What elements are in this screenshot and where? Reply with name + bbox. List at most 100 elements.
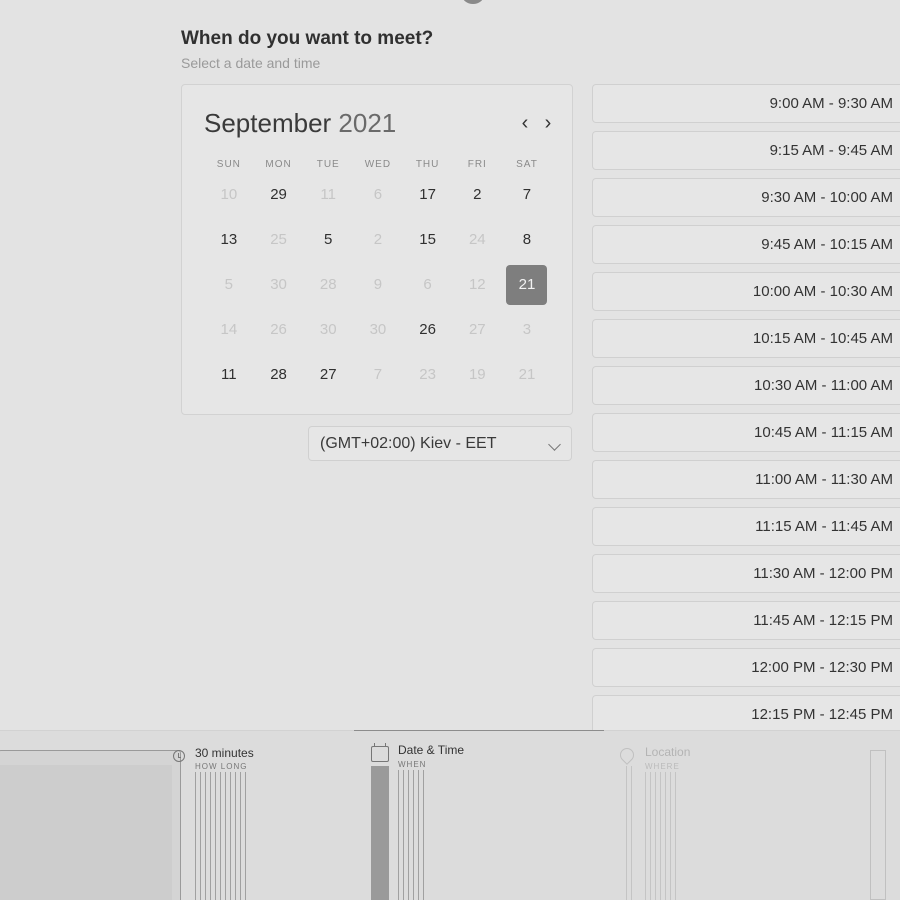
calendar-day: 3 [502,307,552,352]
calendar-day-number: 8 [522,231,532,248]
chevron-down-icon [548,438,561,451]
calendar-year: 2021 [338,108,397,138]
calendar-week: 5 30 28 9 6 12 21 [204,262,552,307]
time-slot-label: 9:00 AM - 9:30 AM [769,95,893,112]
timezone-select[interactable]: (GMT+02:00) Kiev - EET [308,426,572,461]
time-slot-label: 12:15 PM - 12:45 PM [751,706,893,723]
calendar-day-number: 30 [369,321,387,338]
calendar-icon [371,743,389,762]
calendar-day-number: 13 [220,231,238,248]
calendar-day-number: 24 [468,231,486,248]
calendar-day: 30 [254,262,304,307]
calendar-week: 11 28 27 7 23 19 21 [204,352,552,397]
calendar-day-number: 29 [270,186,287,203]
time-slot-button[interactable]: 9:00 AM - 9:30 AM [592,84,900,123]
time-slot-button[interactable]: 10:00 AM - 10:30 AM [592,272,900,311]
time-slot-button[interactable]: 9:45 AM - 10:15 AM [592,225,900,264]
calendar-day-number: 19 [468,366,486,383]
date-picker: September 2021 ‹ › SUN MON TUE WED THU FRI SAT… [181,84,573,415]
calendar-day-number: 6 [373,186,383,203]
active-step-indicator [354,730,604,731]
step-location-sub: WHERE [645,762,680,771]
calendar-day: 25 [254,217,304,262]
step-date-progress [371,766,389,900]
calendar-day: 24 [452,217,502,262]
calendar-day-number: 30 [270,276,287,293]
time-slot-label: 11:45 AM - 12:15 PM [753,612,893,629]
calendar-day[interactable]: 13 [204,217,254,262]
booking-steps-bar: 30 minutes HOW LONG Date & Time WHEN Loc… [0,730,900,900]
calendar-day-number: 21 [506,264,548,305]
step-duration-label[interactable]: 30 minutes [195,746,254,760]
weekday-label: MON [265,159,292,170]
calendar-day-number: 28 [319,276,337,293]
calendar-day: 30 [303,307,353,352]
calendar-day[interactable]: 2 [452,172,502,217]
next-month-button[interactable]: › [539,113,557,133]
time-slot-button[interactable]: 9:15 AM - 9:45 AM [592,131,900,170]
timezone-value: (GMT+02:00) Kiev - EET [320,435,497,452]
prev-month-button[interactable]: ‹ [516,113,534,133]
calendar-day[interactable]: 28 [254,352,304,397]
calendar-day[interactable]: 11 [204,352,254,397]
calendar-day-number: 7 [522,186,532,203]
calendar-day: 28 [303,262,353,307]
calendar-day: 21 [502,352,552,397]
calendar-day-number: 26 [270,321,287,338]
calendar-day[interactable]: 5 [303,217,353,262]
calendar-day-number: 5 [324,231,333,248]
calendar-day: 10 [204,172,254,217]
calendar-day: 6 [403,262,453,307]
calendar-day[interactable]: 27 [303,352,353,397]
weekday-label: SUN [216,159,241,170]
time-slot-label: 10:15 AM - 10:45 AM [752,330,893,347]
calendar-day-number: 2 [373,231,383,248]
chevron-right-icon: › [544,112,552,134]
calendar-day: 12 [452,262,502,307]
calendar-day[interactable]: 8 [502,217,552,262]
calendar-day-number: 11 [221,366,237,383]
calendar-grid: 10 29 11 6 17 2 7 13 25 5 2 15 24 8 5 30 28 9 6 12 21 14 26 30 3… [204,172,552,397]
time-slot-label: 9:30 AM - 10:00 AM [761,189,893,206]
calendar-day[interactable]: 17 [403,172,453,217]
calendar-day-number: 2 [473,186,482,203]
calendar-day[interactable]: 26 [403,307,453,352]
calendar-day: 27 [452,307,502,352]
time-slot-button[interactable]: 11:00 AM - 11:30 AM [592,460,900,499]
time-slot-button[interactable]: 11:30 AM - 12:00 PM [592,554,900,593]
time-slot-button[interactable]: 10:15 AM - 10:45 AM [592,319,900,358]
calendar-day: 19 [452,352,502,397]
step-location-label[interactable]: Location [645,745,690,759]
time-slot-button[interactable]: 9:30 AM - 10:00 AM [592,178,900,217]
time-slot-button[interactable]: 10:45 AM - 11:15 AM [592,413,900,452]
weekday-label: TUE [316,159,340,170]
calendar-day: 6 [353,172,403,217]
calendar-day[interactable]: 15 [403,217,453,262]
step-duration-sub: HOW LONG [195,762,248,771]
calendar-day: 30 [353,307,403,352]
time-slot-button[interactable]: 12:15 PM - 12:45 PM [592,695,900,734]
calendar-day[interactable]: 29 [254,172,304,217]
step-location-line [626,766,634,900]
step-location-details [645,772,679,900]
time-slot-button[interactable]: 12:00 PM - 12:30 PM [592,648,900,687]
time-slot-label: 9:15 AM - 9:45 AM [769,142,893,159]
map-pin-icon [617,745,637,765]
calendar-day-number: 14 [220,321,238,338]
calendar-week: 14 26 30 30 26 27 3 [204,307,552,352]
time-slot-label: 11:15 AM - 11:45 AM [755,518,893,535]
step-datetime-label[interactable]: Date & Time [398,743,464,757]
calendar-day[interactable]: 7 [502,172,552,217]
calendar-day-selected[interactable]: 21 [502,262,552,307]
calendar-day-number: 3 [522,321,532,338]
calendar-day-number: 21 [518,366,536,383]
time-slot-label: 10:30 AM - 11:00 AM [754,377,893,394]
calendar-day-number: 6 [423,276,432,293]
calendar-day-number: 28 [270,366,287,383]
time-slot-button[interactable]: 11:45 AM - 12:15 PM [592,601,900,640]
calendar-day: 2 [353,217,403,262]
time-slot-button[interactable]: 11:15 AM - 11:45 AM [592,507,900,546]
calendar-day-number: 25 [270,231,287,248]
time-slot-button[interactable]: 10:30 AM - 11:00 AM [592,366,900,405]
calendar-day: 11 [303,172,353,217]
